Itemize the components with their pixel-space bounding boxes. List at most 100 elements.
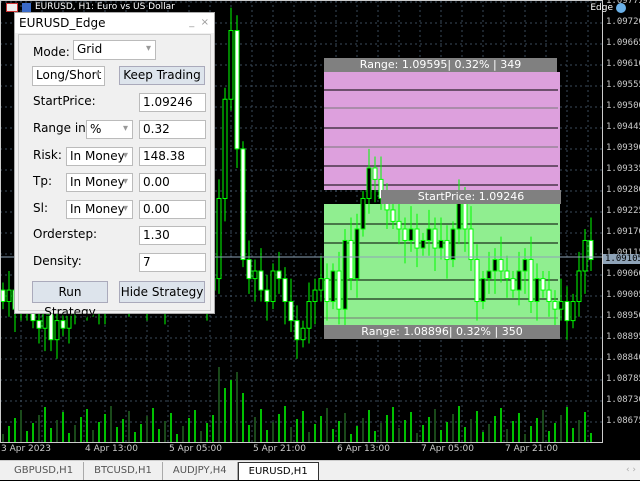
candle-body xyxy=(6,289,12,303)
risk-unit-select[interactable]: In Money xyxy=(66,147,133,166)
candle-body xyxy=(366,167,372,199)
candle-body xyxy=(408,228,414,241)
time-axis-label: 5 Apr 05:00 xyxy=(169,444,222,454)
candle-body xyxy=(258,270,264,291)
candle-body xyxy=(540,278,546,291)
start-price-field-label: StartPrice: xyxy=(33,94,96,108)
candle-body xyxy=(552,301,558,310)
candle-body xyxy=(474,259,480,303)
candle-body xyxy=(450,228,456,261)
candle-body xyxy=(348,239,354,280)
density-input[interactable]: 7 xyxy=(139,253,206,272)
sl-label: Sl: xyxy=(33,201,48,215)
price-axis-label: 1.08895 xyxy=(606,332,640,342)
candle-body xyxy=(330,270,336,303)
tp-unit-select[interactable]: In Money xyxy=(66,173,133,192)
candle-body xyxy=(324,278,330,303)
candle-body xyxy=(546,289,552,303)
candle-body xyxy=(318,278,324,291)
candle-body xyxy=(420,239,426,249)
candle-body xyxy=(492,259,498,272)
time-axis-label: 7 Apr 21:00 xyxy=(505,444,558,454)
orderstep-input[interactable]: 1.30 xyxy=(139,226,206,245)
current-price-tag: 1.09105 xyxy=(603,254,640,264)
price-axis-label: 1.09775 xyxy=(606,0,640,6)
tp-input[interactable]: 0.00 xyxy=(139,173,206,192)
mode-select[interactable]: Grid xyxy=(73,40,156,60)
candle-body xyxy=(528,259,534,303)
upper-range-label[interactable]: Range: 1.09595| 0.32% | 349 xyxy=(324,58,557,72)
tab-eurusd[interactable]: EURUSD,H1 xyxy=(237,462,319,480)
candle-body xyxy=(246,259,252,280)
sl-unit-select[interactable]: In Money xyxy=(66,200,133,219)
chart-title: EURUSD, H1: Euro vs US Dollar xyxy=(6,2,175,12)
candle-body xyxy=(240,148,246,261)
candle-body xyxy=(300,327,306,341)
candle-body xyxy=(372,167,378,180)
candle-body xyxy=(468,228,474,261)
menu-icon[interactable] xyxy=(6,2,18,12)
candle-body xyxy=(414,228,420,249)
price-axis-label: 1.09225 xyxy=(606,206,640,216)
range-label: Range in: xyxy=(33,121,90,135)
mode-label: Mode: xyxy=(33,45,70,59)
candle-body xyxy=(252,270,258,280)
time-axis-label: 6 Apr 13:00 xyxy=(337,444,390,454)
direction-select[interactable]: Long/Short xyxy=(32,66,105,86)
candle-body xyxy=(222,98,228,199)
candle-body xyxy=(294,320,300,341)
hide-strategy-button[interactable]: Hide Strategy xyxy=(119,281,205,303)
tab-gbpusd[interactable]: GBPUSD,H1 xyxy=(4,462,85,480)
candle-body xyxy=(36,320,42,329)
candle-body xyxy=(270,270,276,303)
range-unit-select[interactable]: % xyxy=(86,120,133,139)
price-axis-label: 1.09610 xyxy=(606,59,640,69)
minimize-icon[interactable]: _ xyxy=(189,17,194,28)
run-strategy-button[interactable]: Run Strategy xyxy=(32,281,108,319)
edge-panel: EURUSD_Edge_ × Mode: Grid Long/Short Kee… xyxy=(14,12,215,319)
price-axis-label: 1.09445 xyxy=(606,122,640,132)
tp-label: Tp: xyxy=(33,174,52,188)
risk-input[interactable]: 148.38 xyxy=(139,147,206,166)
time-axis-label: 3 Apr 2023 xyxy=(1,444,51,454)
tab-btcusd[interactable]: BTCUSD,H1 xyxy=(84,462,163,480)
close-icon[interactable]: × xyxy=(201,17,209,28)
orderstep-label: Orderstep: xyxy=(33,227,98,241)
price-axis-label: 1.09720 xyxy=(606,17,640,27)
candle-body xyxy=(234,30,240,150)
candle-body xyxy=(480,278,486,303)
tab-audjpy[interactable]: AUDJPY,H4 xyxy=(163,462,238,480)
panel-title-bar[interactable]: EURUSD_Edge _ × xyxy=(15,13,214,33)
sl-input[interactable]: 0.00 xyxy=(139,200,206,219)
candle-body xyxy=(534,278,540,303)
price-axis-label: 1.09060 xyxy=(606,269,640,279)
price-axis-label: 1.09390 xyxy=(606,143,640,153)
candle-body xyxy=(510,278,516,291)
candle-body xyxy=(360,197,366,230)
candle-body xyxy=(354,228,360,280)
candle-body xyxy=(432,228,438,249)
candle-body xyxy=(396,220,402,230)
candle-body xyxy=(390,209,396,222)
candle-body xyxy=(498,259,504,272)
price-axis-label: 1.09500 xyxy=(606,101,640,111)
candle-body xyxy=(558,301,564,310)
chart-tabs: GBPUSD,H1 BTCUSD,H1 AUDJPY,H4 EURUSD,H1 … xyxy=(0,460,640,480)
density-label: Density: xyxy=(33,254,82,268)
candle-body xyxy=(570,301,576,322)
range-input[interactable]: 0.32 xyxy=(139,120,206,139)
candle-body xyxy=(564,301,570,322)
tab-scroll-arrows[interactable]: ‹ › xyxy=(626,465,636,475)
risk-label: Risk: xyxy=(33,148,62,162)
start-price-input[interactable]: 1.09246 xyxy=(139,93,206,112)
candle-body xyxy=(54,320,60,341)
candle-body xyxy=(516,270,522,291)
candle-body xyxy=(228,30,234,100)
time-axis-label: 4 Apr 13:00 xyxy=(85,444,138,454)
lower-range-label[interactable]: Range: 1.08896| 0.32% | 350 xyxy=(324,325,560,339)
start-price-label[interactable]: StartPrice: 1.09246 xyxy=(381,190,561,204)
candle-body xyxy=(582,239,588,272)
keep-trading-button[interactable]: Keep Trading xyxy=(119,66,205,85)
candle-body xyxy=(426,228,432,241)
candle-body xyxy=(276,270,282,280)
